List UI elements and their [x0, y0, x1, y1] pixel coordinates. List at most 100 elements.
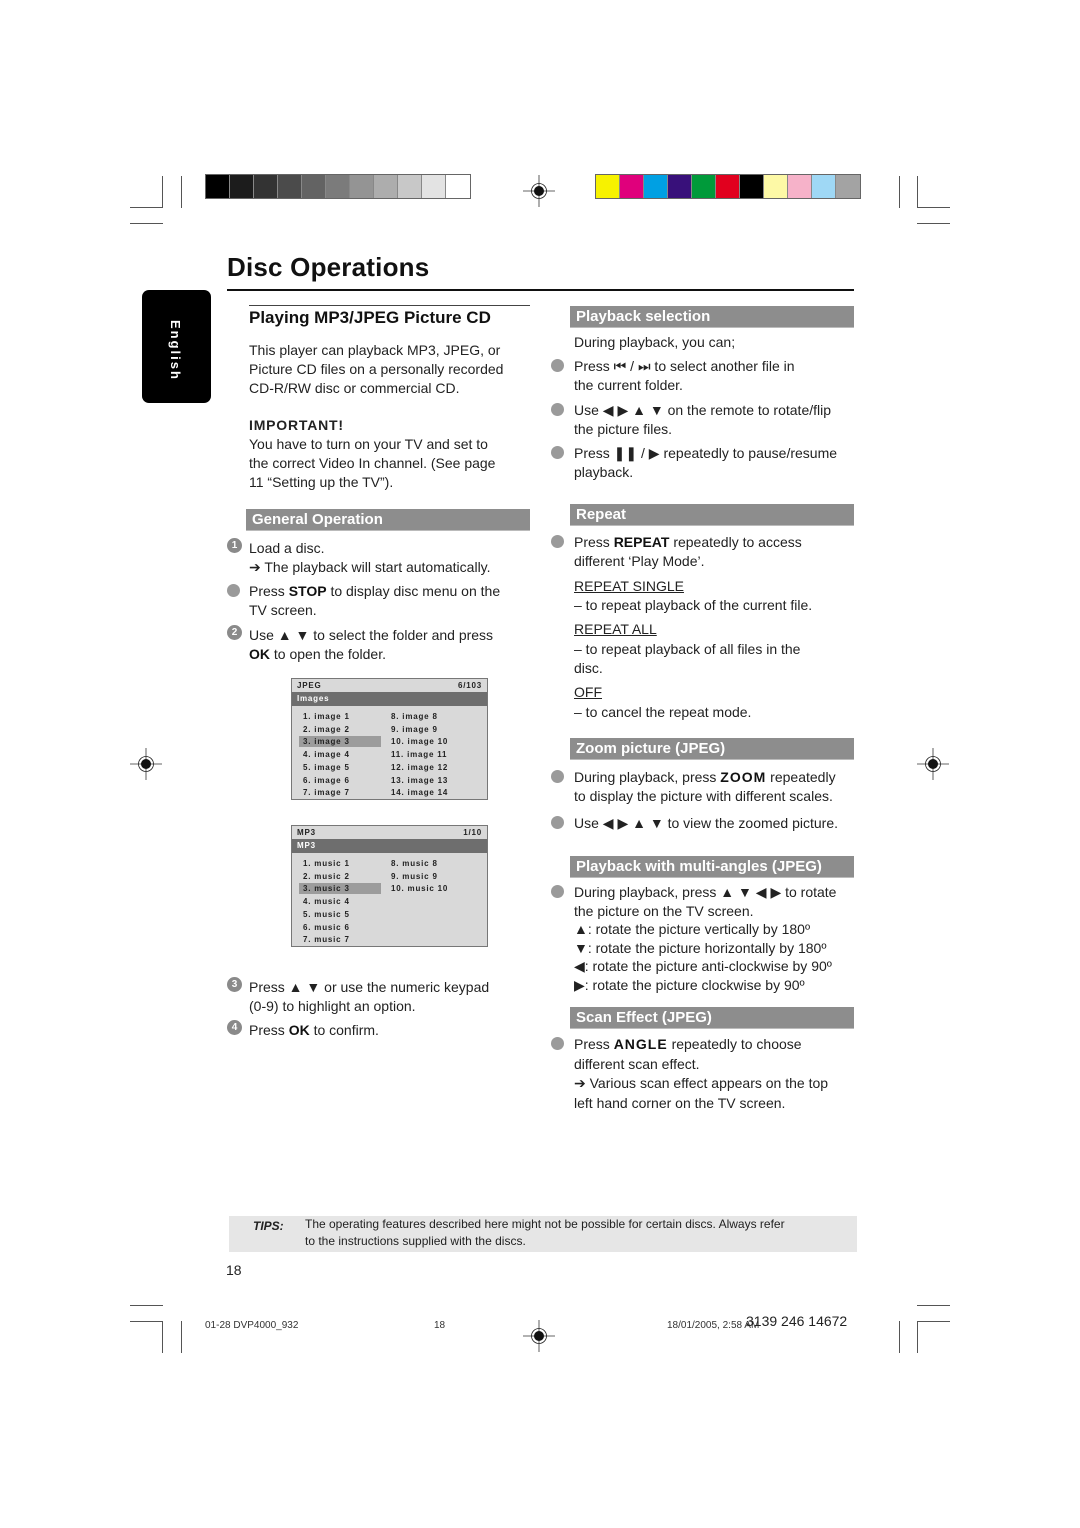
text: repeatedly to choose: [667, 1036, 802, 1052]
osd-file-item: 11. image 11: [391, 750, 448, 760]
language-tab: English: [142, 290, 211, 403]
osd-file-item: 9. music 9: [391, 871, 438, 881]
crop-mark: [130, 207, 163, 208]
osd-file-item: 2. image 2: [303, 724, 350, 734]
zoom-bullet-1: During playback, press ZOOM repeatedly t…: [574, 768, 836, 806]
stop-instruction: Press STOP to display disc menu on the T…: [249, 582, 500, 620]
step1-text: Load a disc.: [249, 540, 325, 556]
text: TV screen.: [249, 602, 317, 618]
playback-bullet-1: Press ⏮ / ⏭ to select another file in th…: [574, 357, 795, 395]
scan-effect-bullet: Press ANGLE repeatedly to choose differe…: [574, 1035, 828, 1113]
osd-file-list: 1. image 1 2. image 2 3. image 3 4. image 4…: [292, 706, 487, 808]
osd-folder: MP3: [292, 839, 487, 853]
page-title: Disc Operations: [227, 252, 430, 282]
color-swatch: [374, 175, 398, 198]
step-number-icon: 3: [227, 977, 242, 992]
bullet-icon: [551, 885, 564, 898]
text-line: During playback, press ▲ ▼ ◀ ▶ to rotate: [574, 884, 837, 900]
text-line: 11 “Setting up the TV”).: [249, 474, 394, 490]
text-line: ▼: rotate the picture horizontally by 18…: [574, 939, 827, 956]
osd-file-item: 1. music 1: [303, 859, 350, 868]
grayscale-bar: [205, 174, 471, 199]
bullet-icon: [551, 816, 564, 829]
tips-label: TIPS:: [253, 1219, 284, 1233]
repeat-option-off: OFF: [574, 684, 602, 700]
step1-result: ➔ The playback will start automatically.: [249, 559, 491, 575]
color-swatch: [596, 175, 620, 198]
crop-mark: [130, 223, 163, 224]
slug-code: 3139 246 14672: [746, 1313, 848, 1329]
crop-mark: [899, 176, 900, 208]
bullet-icon: [551, 359, 564, 372]
text-line: the picture files.: [574, 421, 673, 437]
slug-file: 01-28 DVP4000_932: [205, 1320, 299, 1331]
osd-file-item: 10. music 10: [391, 884, 449, 894]
key-label: OK: [249, 646, 270, 662]
osd-file-item: 9. image 9: [391, 724, 438, 734]
osd-folder: Images: [292, 692, 487, 706]
osd-header: MP3 1/10: [292, 826, 487, 839]
crop-mark: [917, 1321, 918, 1353]
important-text: You have to turn on your TV and set to t…: [249, 435, 495, 492]
crop-mark: [917, 207, 950, 208]
text-line: disc.: [574, 660, 603, 676]
crop-mark: [917, 176, 918, 208]
text: Press: [574, 534, 614, 550]
tips-text: The operating features described here mi…: [305, 1216, 853, 1250]
text-line: – to repeat playback of all files in the: [574, 641, 801, 657]
text-line: ▶: rotate the picture clockwise by 90º: [574, 976, 805, 993]
intro-paragraph: This player can playback MP3, JPEG, or P…: [249, 341, 503, 398]
text-line: Press ▲ ▼ or use the numeric keypad: [249, 979, 490, 995]
osd-type: JPEG: [297, 681, 322, 690]
text: to open the folder.: [270, 646, 386, 662]
color-swatch: [422, 175, 446, 198]
text-line: Picture CD files on a personally recorde…: [249, 361, 504, 377]
osd-file-item: 8. image 8: [391, 712, 438, 721]
bullet-icon: [551, 446, 564, 459]
text: During playback, press: [574, 769, 721, 785]
scan-effect-header: Scan Effect (JPEG): [570, 1007, 854, 1029]
osd-file-item: 8. music 8: [391, 859, 438, 868]
text-line: to display the picture with different sc…: [574, 788, 833, 804]
zoom-bullet-2: Use ◀ ▶ ▲ ▼ to view the zoomed picture.: [574, 815, 839, 831]
crop-mark: [917, 1321, 950, 1322]
osd-file-item: 7. image 7: [303, 788, 350, 798]
color-bar: [595, 174, 861, 199]
text-line: CD-R/RW disc or commercial CD.: [249, 380, 460, 396]
crop-mark: [181, 1321, 182, 1353]
osd-file-item: 4. image 4: [303, 750, 350, 760]
step-number-icon: 2: [227, 625, 242, 640]
repeat-option-desc: – to repeat playback of the current file…: [574, 597, 813, 613]
zoom-header: Zoom picture (JPEG): [570, 738, 854, 760]
text-line: different scan effect.: [574, 1055, 700, 1072]
osd-file-list: 1. music 1 2. music 2 3. music 3 4. music 4…: [292, 853, 487, 955]
osd-file-item: 1. image 1: [303, 712, 350, 721]
text-line: the picture on the TV screen.: [574, 902, 754, 919]
color-swatch: [302, 175, 326, 198]
section-divider: [249, 305, 530, 306]
color-swatch: [326, 175, 350, 198]
bullet-icon: [551, 1037, 564, 1050]
color-swatch: [740, 175, 764, 198]
osd-file-item: 13. image 13: [391, 775, 449, 785]
crop-mark: [917, 223, 950, 224]
text-line: left hand corner on the TV screen.: [574, 1094, 786, 1111]
text-line: (0-9) to highlight an option.: [249, 998, 416, 1014]
color-swatch: [644, 175, 668, 198]
osd-file-item: 7. music 7: [303, 935, 350, 945]
text: Press: [249, 1022, 289, 1038]
crop-mark: [181, 176, 182, 208]
crop-mark: [130, 1305, 163, 1306]
color-swatch: [692, 175, 716, 198]
osd-file-item-selected: 3. music 3: [299, 883, 381, 895]
osd-file-item: 6. music 6: [303, 922, 350, 932]
osd-header: JPEG 6/103: [292, 679, 487, 692]
color-swatch: [278, 175, 302, 198]
osd-file-item: 2. music 2: [303, 871, 350, 881]
slug-page: 18: [434, 1320, 446, 1331]
playback-intro: During playback, you can;: [574, 334, 736, 350]
text: repeatedly: [766, 769, 836, 785]
color-swatch: [788, 175, 812, 198]
text-line: the current folder.: [574, 377, 683, 393]
repeat-bullet: Press REPEAT repeatedly to access differ…: [574, 533, 802, 571]
